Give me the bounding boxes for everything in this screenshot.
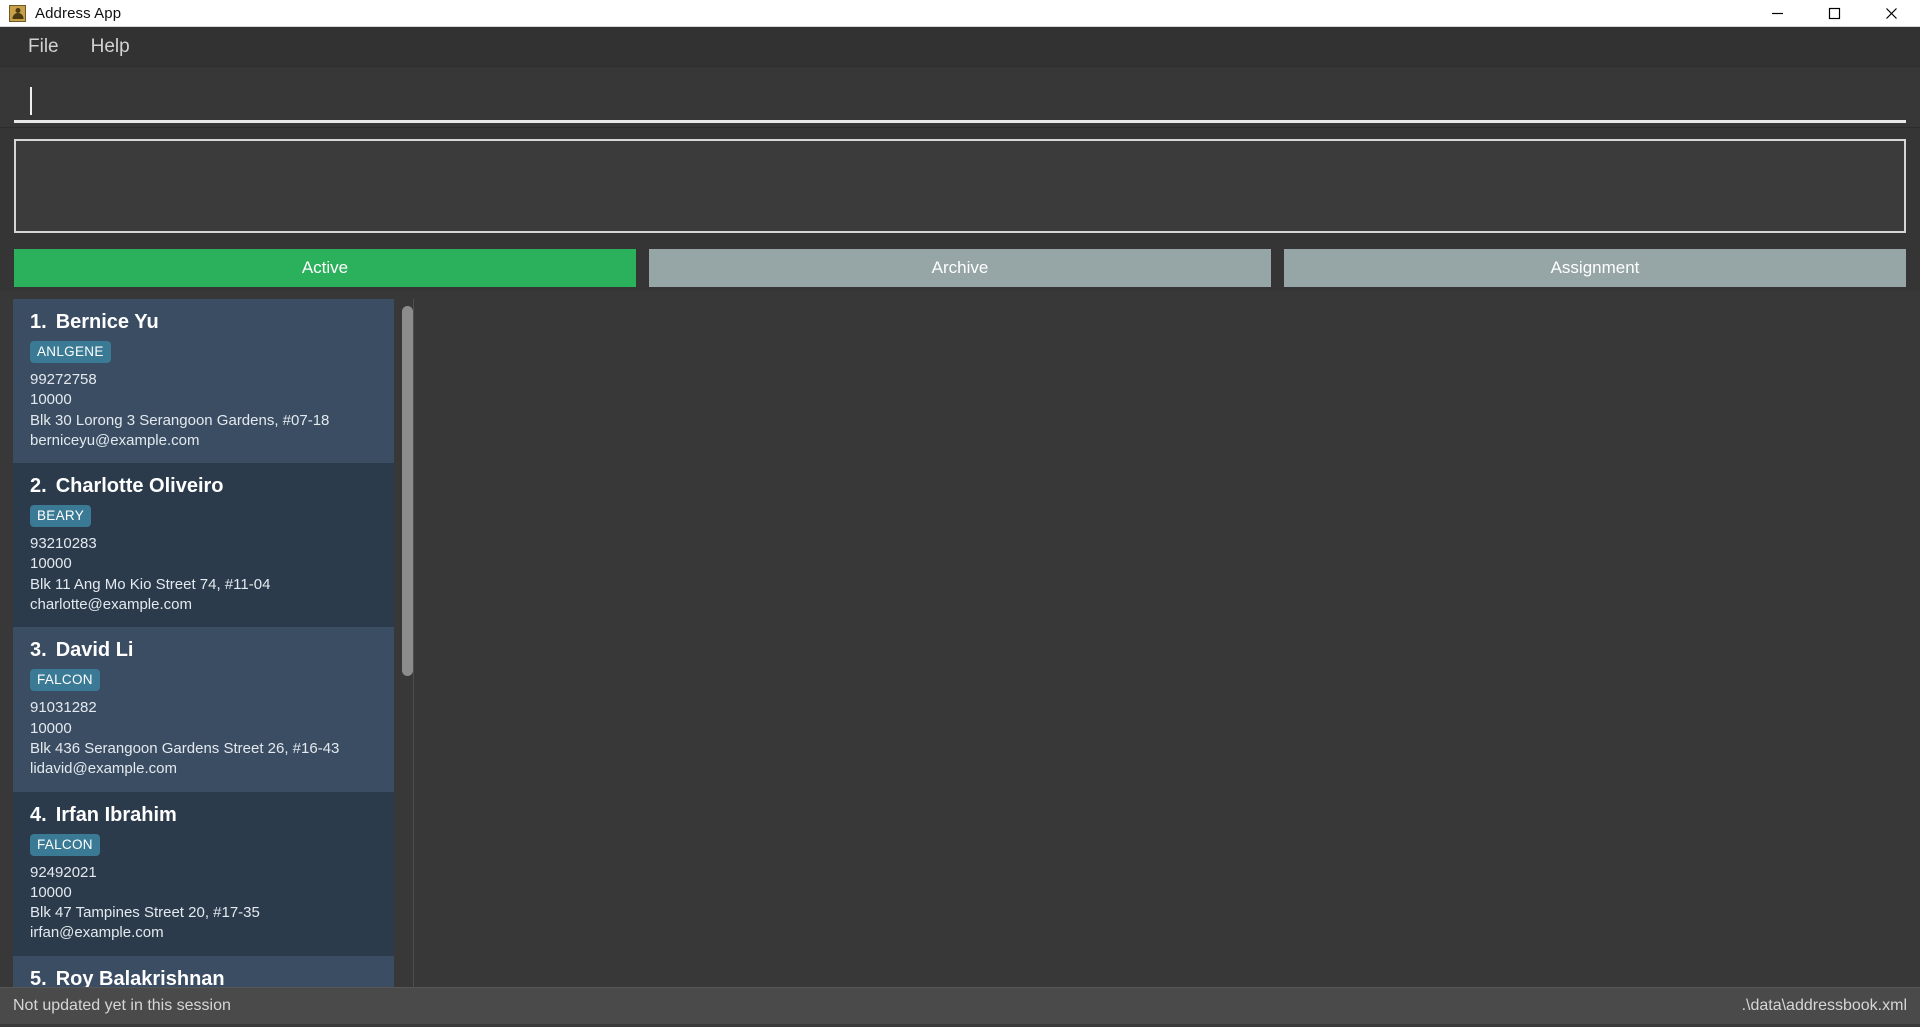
list-item[interactable]: 3. David Li FALCON 91031282 10000 Blk 436… <box>13 627 394 792</box>
person-index: 5. <box>30 967 47 987</box>
scrollbar-thumb[interactable] <box>402 306 413 676</box>
list-item[interactable]: 2. Charlotte Oliveiro BEARY 93210283 1000… <box>13 463 394 628</box>
person-email: lidavid@example.com <box>30 760 177 778</box>
person-index: 1. <box>30 311 47 333</box>
address-app-icon <box>9 4 26 22</box>
tab-active[interactable]: Active <box>14 249 636 287</box>
person-title: 3. David Li <box>30 639 394 662</box>
person-phone: 92492021 <box>30 863 97 881</box>
person-title: 1. Bernice Yu <box>30 311 394 334</box>
person-email: charlotte@example.com <box>30 596 192 614</box>
statusbar: Not updated yet in this session .\data\a… <box>0 987 1920 1024</box>
window-controls <box>1749 0 1920 26</box>
person-phone: 99272758 <box>30 371 97 388</box>
person-detail-panel <box>414 299 1920 987</box>
person-index: 4. <box>30 803 47 826</box>
person-address: Blk 47 Tampines Street 20, #17-35 <box>30 904 260 922</box>
menubar: File Help <box>0 27 1920 67</box>
person-email: irfan@example.com <box>30 924 164 942</box>
person-number: 10000 <box>30 391 72 409</box>
person-title: 2. Charlotte Oliveiro <box>30 475 394 498</box>
person-tag-badge: ANLGENE <box>30 341 111 363</box>
list-item[interactable]: 5. Roy Balakrishnan <box>13 955 394 987</box>
window-title: Address App <box>35 4 122 22</box>
person-phone: 93210283 <box>30 535 97 553</box>
person-name: David Li <box>55 639 134 662</box>
person-address: Blk 436 Serangoon Gardens Street 26, #16… <box>30 739 340 757</box>
person-email: berniceyu@example.com <box>30 431 200 449</box>
person-list[interactable]: 1. Bernice Yu ANLGENE 99272758 10000 Blk … <box>13 299 413 987</box>
person-number: 10000 <box>30 719 72 737</box>
list-item[interactable]: 1. Bernice Yu ANLGENE 99272758 10000 Blk … <box>13 299 394 464</box>
person-title: 5. Roy Balakrishnan <box>30 968 394 987</box>
person-index: 2. <box>30 475 47 498</box>
list-item[interactable]: 4. Irfan Ibrahim FALCON 92492021 10000 Bl… <box>13 791 394 956</box>
tab-assignment[interactable]: Assignment <box>1284 249 1906 287</box>
result-display <box>14 139 1906 233</box>
person-tag-badge: BEARY <box>30 505 92 528</box>
menu-item-help[interactable]: Help <box>77 32 144 62</box>
person-title: 4. Irfan Ibrahim <box>30 804 394 827</box>
person-name: Bernice Yu <box>55 311 159 333</box>
sync-status-text: Not updated yet in this session <box>13 997 231 1014</box>
tab-bar: Active Archive Assignment <box>0 245 1920 291</box>
result-pane <box>0 128 1920 245</box>
person-address: Blk 11 Ang Mo Kio Street 74, #11-04 <box>30 575 271 593</box>
command-pane <box>0 67 1920 128</box>
person-list-panel: 1. Bernice Yu ANLGENE 99272758 10000 Blk … <box>0 299 413 987</box>
menu-item-file[interactable]: File <box>14 32 73 62</box>
person-tag-badge: FALCON <box>30 833 100 856</box>
person-name: Irfan Ibrahim <box>55 803 177 826</box>
person-address: Blk 30 Lorong 3 Serangoon Gardens, #07-1… <box>30 411 330 429</box>
text-caret <box>30 87 32 115</box>
person-index: 3. <box>30 639 47 662</box>
person-number: 10000 <box>30 883 72 901</box>
save-location-text: .\data\addressbook.xml <box>1741 997 1907 1014</box>
person-phone: 91031282 <box>30 699 97 717</box>
minimize-icon[interactable] <box>1749 0 1806 27</box>
person-tag-badge: FALCON <box>30 669 100 692</box>
window-titlebar: Address App <box>0 0 1920 27</box>
close-icon[interactable] <box>1863 0 1920 27</box>
command-input[interactable] <box>14 81 1906 123</box>
person-name: Charlotte Oliveiro <box>55 475 224 498</box>
person-number: 10000 <box>30 555 72 573</box>
main-content: 1. Bernice Yu ANLGENE 99272758 10000 Blk … <box>0 291 1920 987</box>
list-scrollbar[interactable] <box>400 299 413 987</box>
tab-archive[interactable]: Archive <box>649 249 1271 287</box>
person-name: Roy Balakrishnan <box>55 967 225 987</box>
titlebar-left-group: Address App <box>0 4 122 22</box>
maximize-icon[interactable] <box>1806 0 1863 27</box>
